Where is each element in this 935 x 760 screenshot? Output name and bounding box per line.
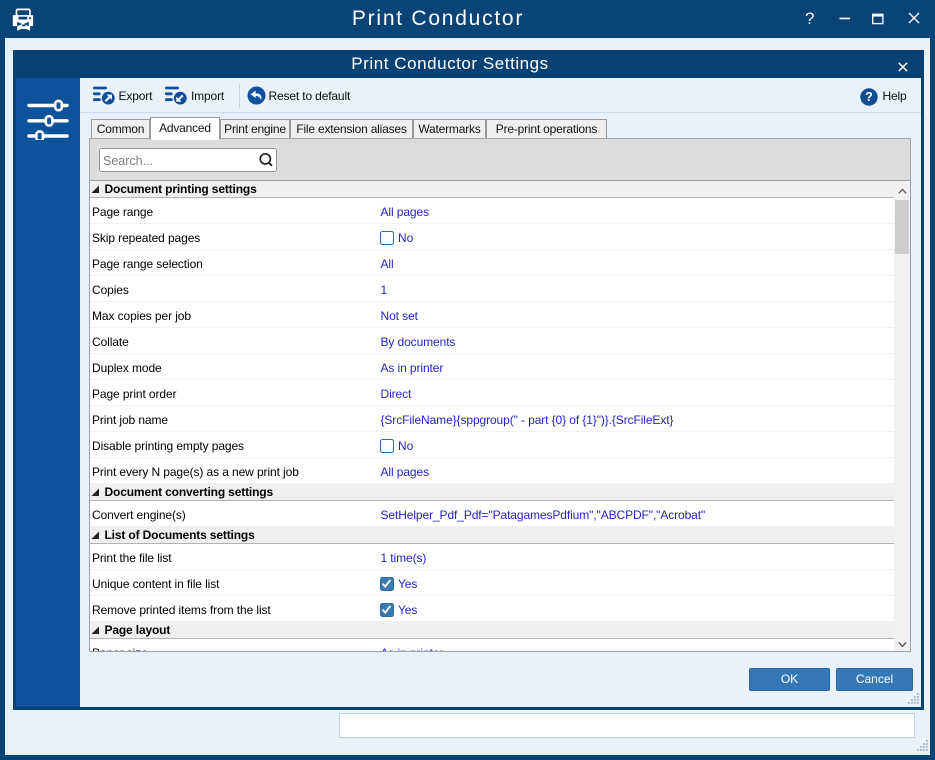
svg-text:?: ? xyxy=(865,90,873,104)
